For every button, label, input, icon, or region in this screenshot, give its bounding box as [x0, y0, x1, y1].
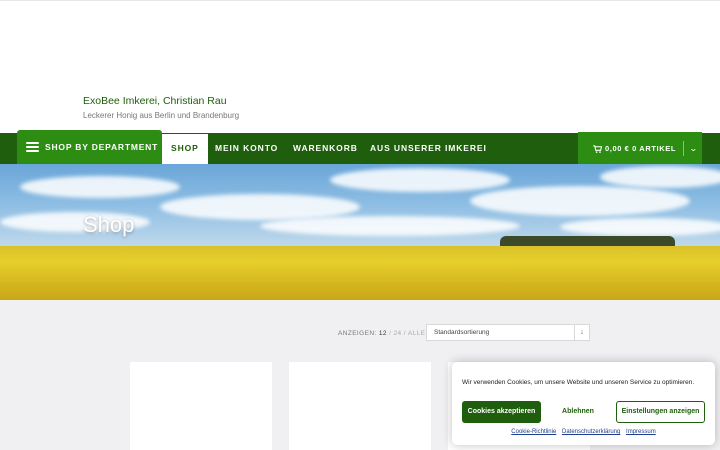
- per-page-option-24[interactable]: 24: [394, 330, 402, 337]
- deny-cookies-button[interactable]: Ablehnen: [548, 401, 608, 423]
- imprint-link[interactable]: Impressum: [626, 429, 656, 435]
- site-tagline: Leckerer Honig aus Berlin und Brandenbur…: [83, 111, 240, 120]
- cookie-message: Wir verwenden Cookies, um unsere Website…: [462, 379, 695, 386]
- nav-item-mein-konto[interactable]: MEIN KONTO: [215, 133, 278, 164]
- page-title: Shop: [83, 212, 135, 237]
- nav-item-shop[interactable]: SHOP: [162, 134, 208, 164]
- sort-select[interactable]: Standardsortierung ↓: [426, 324, 590, 341]
- sort-selected-value: Standardsortierung: [434, 329, 490, 336]
- per-page-selector: ANZEIGEN: 12 / 24 / ALLE: [338, 330, 426, 337]
- cart-icon: [593, 144, 602, 153]
- site-branding: ExoBee Imkerei, Christian Rau Leckerer H…: [83, 95, 239, 120]
- privacy-policy-link[interactable]: Datenschutzerklärung: [562, 429, 620, 435]
- cookie-policy-link[interactable]: Cookie-Richtlinie: [511, 429, 556, 435]
- product-card[interactable]: [289, 362, 431, 450]
- shop-by-department-button[interactable]: SHOP BY DEPARTMENT: [17, 130, 162, 164]
- chevron-down-icon[interactable]: ⌄: [689, 144, 698, 153]
- nav-item-warenkorb[interactable]: WARENKORB: [293, 133, 358, 164]
- per-page-option-12[interactable]: 12: [379, 330, 387, 337]
- top-border: [0, 0, 720, 1]
- hero-field: [0, 246, 720, 300]
- arrow-down-icon: ↓: [574, 325, 589, 340]
- main-navigation: SHOP BY DEPARTMENT SHOP MEIN KONTO WAREN…: [0, 130, 720, 165]
- per-page-label: ANZEIGEN:: [338, 330, 377, 337]
- cart-divider: [683, 141, 685, 156]
- hero-banner: Shop: [0, 164, 720, 300]
- cookie-consent-banner: Wir verwenden Cookies, um unsere Website…: [452, 362, 715, 445]
- per-page-option-alle[interactable]: ALLE: [408, 330, 426, 337]
- cookie-links: Cookie-Richtlinie Datenschutzerklärung I…: [452, 429, 715, 435]
- product-card[interactable]: [130, 362, 272, 450]
- hamburger-menu-icon: [26, 142, 39, 152]
- accept-cookies-button[interactable]: Cookies akzeptieren: [462, 401, 541, 423]
- cookie-settings-button[interactable]: Einstellungen anzeigen: [616, 401, 705, 423]
- nav-item-aus-unserer-imkerei[interactable]: AUS UNSERER IMKEREI: [370, 133, 487, 164]
- cart-total: 0,00 € 0 ARTIKEL: [605, 144, 677, 153]
- site-title[interactable]: ExoBee Imkerei, Christian Rau: [83, 95, 239, 108]
- department-label: SHOP BY DEPARTMENT: [45, 142, 159, 152]
- cart-button[interactable]: 0,00 € 0 ARTIKEL ⌄: [578, 132, 702, 165]
